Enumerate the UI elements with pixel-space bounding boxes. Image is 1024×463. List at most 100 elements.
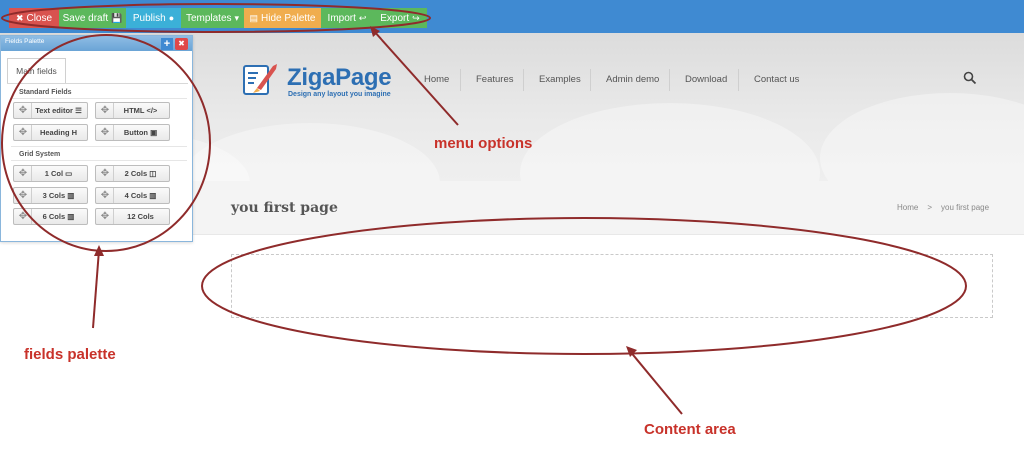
lines-icon: ☰: [75, 106, 82, 115]
field-button[interactable]: ✥ Button ▣: [95, 124, 170, 141]
section-divider: [11, 146, 187, 147]
close-label: Close: [26, 12, 53, 24]
grid-system-heading: Grid System: [19, 151, 61, 158]
field-4-cols[interactable]: ✥ 4 Cols ▥: [95, 187, 170, 204]
move-icon: ✥: [18, 105, 28, 116]
section-divider: [11, 160, 187, 161]
import-button[interactable]: Import ↩: [321, 8, 373, 28]
columns-icon: ▥: [67, 191, 75, 200]
nav-download[interactable]: Download: [685, 74, 727, 85]
import-label: Import: [327, 12, 356, 24]
columns-icon: ◫: [149, 169, 157, 178]
list-icon: ▤: [249, 12, 259, 23]
search-icon[interactable]: [963, 71, 977, 85]
code-icon: </>: [146, 106, 158, 115]
close-button[interactable]: ✖ Close: [9, 8, 59, 28]
field-label: Button: [123, 128, 148, 137]
tab-main-fields[interactable]: Main fields: [7, 58, 66, 83]
section-divider: [11, 98, 187, 99]
move-icon: ✥: [18, 190, 28, 201]
standard-fields-heading: Standard Fields: [19, 89, 72, 96]
brand-name[interactable]: ZigaPage: [287, 64, 392, 92]
field-1-col[interactable]: ✥ 1 Col ▭: [13, 165, 88, 182]
field-label: 1 Col: [44, 169, 64, 178]
move-icon: ✥: [18, 211, 28, 222]
field-heading[interactable]: ✥ Heading H: [13, 124, 88, 141]
nav-features[interactable]: Features: [476, 74, 514, 85]
nav-divider: [738, 69, 739, 91]
content-arrow: [628, 349, 683, 415]
nav-home[interactable]: Home: [424, 74, 449, 85]
field-label: HTML: [123, 106, 145, 115]
field-label: Heading: [39, 128, 70, 137]
content-arrowhead: [626, 346, 637, 357]
save-draft-button[interactable]: Save draft 💾: [59, 8, 126, 28]
nav-divider: [590, 69, 591, 91]
save-draft-label: Save draft: [62, 12, 109, 24]
field-label: 4 Cols: [124, 191, 148, 200]
caret-down-icon: ▾: [234, 12, 240, 23]
field-6-cols[interactable]: ✥ 6 Cols ▥: [13, 208, 88, 225]
field-label: Text editor: [35, 106, 73, 115]
move-icon: ✥: [100, 211, 110, 222]
hide-palette-button[interactable]: ▤ Hide Palette: [244, 8, 321, 28]
field-label: 12 Cols: [127, 212, 154, 221]
menu-options-annotation: menu options: [434, 135, 533, 152]
field-text-editor[interactable]: ✥ Text editor ☰: [13, 102, 88, 119]
column-icon: ▭: [65, 169, 73, 178]
fields-palette-annotation: fields palette: [24, 346, 116, 363]
close-icon: ✖: [15, 12, 24, 23]
palette-arrowhead: [94, 245, 104, 256]
move-icon: ✥: [18, 127, 28, 138]
field-label: 6 Cols: [42, 212, 66, 221]
nav-admin-demo[interactable]: Admin demo: [606, 74, 659, 85]
page-title: you first page: [231, 200, 338, 216]
field-12-cols[interactable]: ✥ 12 Cols: [95, 208, 170, 225]
share-icon: ↪: [412, 12, 420, 23]
button-icon: ▣: [150, 128, 158, 137]
rocket-logo-icon: [243, 64, 277, 95]
nav-contact-us[interactable]: Contact us: [754, 74, 799, 85]
breadcrumb: Home > you first page: [897, 203, 989, 212]
columns-icon: ▥: [149, 191, 157, 200]
field-html[interactable]: ✥ HTML </>: [95, 102, 170, 119]
move-icon: ✥: [100, 190, 110, 201]
export-button[interactable]: Export ↪: [373, 8, 427, 28]
publish-button[interactable]: Publish ●: [126, 8, 181, 28]
templates-label: Templates: [185, 12, 232, 24]
fields-palette[interactable]: Fields Palette + ✖ Main fields Standard …: [0, 35, 193, 242]
breadcrumb-separator: >: [927, 203, 933, 212]
columns-icon: ▥: [67, 212, 75, 221]
nav-divider: [460, 69, 461, 91]
field-2-cols[interactable]: ✥ 2 Cols ◫: [95, 165, 170, 182]
templates-dropdown[interactable]: Templates ▾: [181, 8, 244, 28]
palette-title: Fields Palette: [5, 38, 45, 45]
tab-divider: [7, 83, 188, 84]
move-icon: ✥: [100, 105, 110, 116]
content-area-annotation: Content area: [644, 421, 736, 438]
field-label: 3 Cols: [42, 191, 66, 200]
breadcrumb-home[interactable]: Home: [897, 203, 918, 212]
close-palette-icon[interactable]: ✖: [175, 38, 188, 50]
palette-header[interactable]: Fields Palette + ✖: [1, 36, 192, 51]
field-label: 2 Cols: [124, 169, 148, 178]
breadcrumb-current: you first page: [941, 203, 990, 212]
reply-icon: ↩: [358, 12, 367, 23]
field-3-cols[interactable]: ✥ 3 Cols ▥: [13, 187, 88, 204]
brand-tagline: Design any layout you imagine: [288, 91, 391, 98]
export-label: Export: [380, 12, 410, 24]
palette-arrow: [92, 249, 100, 329]
move-icon: ✥: [100, 127, 110, 138]
hide-palette-label: Hide Palette: [261, 12, 316, 24]
plus-icon[interactable]: +: [161, 38, 173, 50]
globe-icon: ●: [168, 12, 175, 23]
editor-toolbar: ✖ Close Save draft 💾 Publish ● Templates…: [0, 0, 1024, 33]
heading-icon: H: [71, 128, 78, 137]
nav-divider: [669, 69, 670, 91]
move-icon: ✥: [18, 168, 28, 179]
move-icon: ✥: [100, 168, 110, 179]
content-drop-area[interactable]: [231, 254, 993, 318]
publish-label: Publish: [132, 12, 166, 24]
nav-divider: [523, 69, 524, 91]
nav-examples[interactable]: Examples: [539, 74, 581, 85]
